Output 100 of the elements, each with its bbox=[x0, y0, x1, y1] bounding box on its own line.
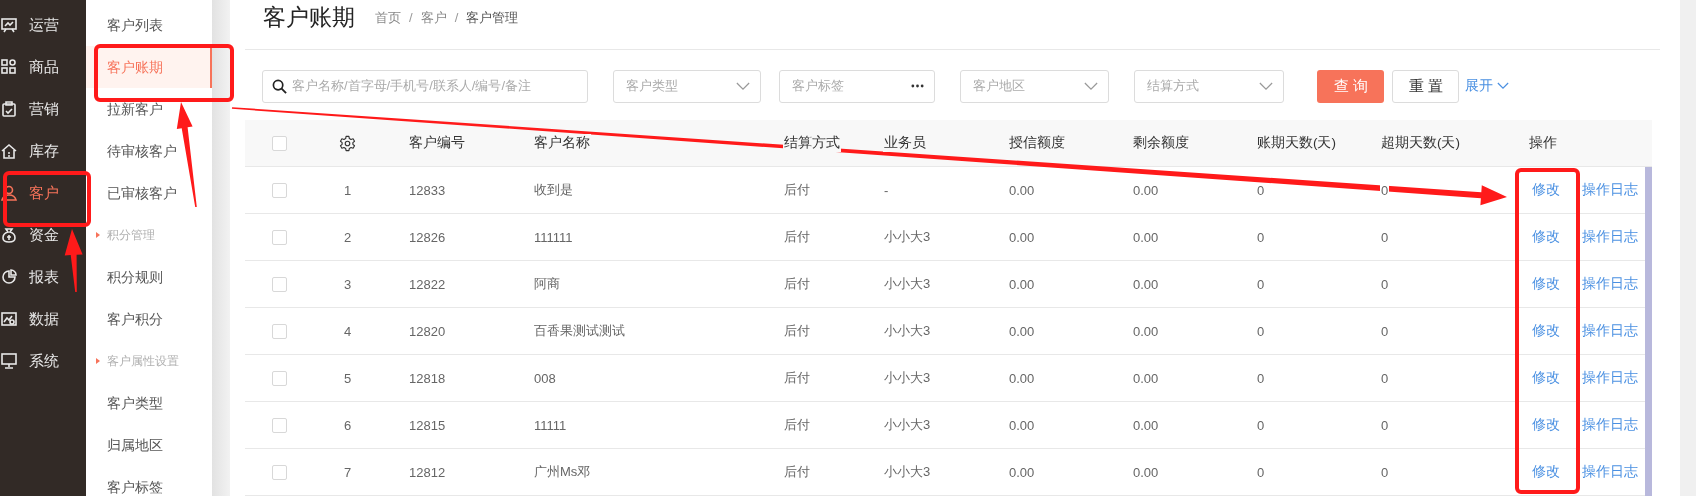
reset-button[interactable]: 重置 bbox=[1392, 69, 1459, 103]
edit-link[interactable]: 修改 bbox=[1532, 228, 1560, 246]
submenu-item[interactable]: 客户类型 bbox=[86, 382, 212, 424]
row-checkbox[interactable] bbox=[271, 464, 287, 480]
edit-link[interactable]: 修改 bbox=[1532, 181, 1560, 199]
row-number: 7 bbox=[342, 464, 353, 480]
table-cell: 小小大3 bbox=[883, 416, 932, 434]
row-checkbox[interactable] bbox=[271, 323, 287, 339]
grid-icon bbox=[1, 59, 17, 75]
table-cell: 小小大3 bbox=[883, 228, 932, 246]
breadcrumb-current: 客户管理 bbox=[466, 8, 519, 27]
edit-link[interactable]: 修改 bbox=[1532, 322, 1560, 340]
breadcrumb-link[interactable]: 客户 bbox=[420, 8, 447, 27]
row-number: 4 bbox=[342, 323, 353, 339]
triangle-icon bbox=[96, 232, 100, 238]
column-header: 业务员 bbox=[883, 134, 927, 152]
nav-item[interactable]: 商品 bbox=[0, 46, 86, 88]
house-icon bbox=[1, 143, 17, 159]
column-header: 剩余额度 bbox=[1132, 134, 1190, 152]
monitor-icon bbox=[1, 353, 17, 369]
edit-link[interactable]: 修改 bbox=[1532, 275, 1560, 293]
log-link[interactable]: 操作日志 bbox=[1582, 416, 1638, 434]
table-cell: 阿商 bbox=[533, 275, 561, 293]
nav-item[interactable]: 系统 bbox=[0, 340, 86, 382]
breadcrumb-separator: / bbox=[454, 10, 459, 25]
row-number: 3 bbox=[342, 276, 353, 292]
submenu-item[interactable]: 客户积分 bbox=[86, 298, 212, 340]
edit-link[interactable]: 修改 bbox=[1532, 463, 1560, 481]
row-number: 2 bbox=[342, 229, 353, 245]
chevron-down-icon bbox=[736, 81, 750, 91]
board-icon bbox=[1, 17, 17, 33]
column-header: 客户编号 bbox=[408, 134, 466, 152]
select-all-checkbox[interactable] bbox=[271, 135, 287, 151]
submenu-item[interactable]: 已审核客户 bbox=[86, 172, 212, 214]
chevron-down-icon bbox=[1497, 82, 1509, 90]
log-link[interactable]: 操作日志 bbox=[1582, 275, 1638, 293]
row-checkbox[interactable] bbox=[271, 370, 287, 386]
group-heading: 积分管理 bbox=[107, 226, 155, 244]
bag-icon bbox=[1, 227, 17, 243]
submenu-item[interactable]: 积分规则 bbox=[86, 256, 212, 298]
row-checkbox[interactable] bbox=[271, 417, 287, 433]
table-cell: 后付 bbox=[783, 275, 811, 293]
table-cell: 后付 bbox=[783, 463, 811, 481]
select-field[interactable]: 结算方式 bbox=[1134, 69, 1284, 103]
expand-link[interactable]: 展开 bbox=[1465, 77, 1493, 95]
row-number: 1 bbox=[342, 182, 353, 198]
nav-item[interactable]: 数据 bbox=[0, 298, 86, 340]
row-number: 5 bbox=[342, 370, 353, 386]
person-icon bbox=[1, 185, 17, 201]
submenu-item[interactable]: 客户标签 bbox=[86, 466, 212, 496]
table-cell: 百香果测试测试 bbox=[533, 322, 626, 340]
search-field[interactable]: 客户名称/首字母/手机号/联系人/编号/备注 bbox=[262, 69, 588, 103]
table-cell: 后付 bbox=[783, 228, 811, 246]
breadcrumb-separator: / bbox=[409, 10, 413, 25]
column-header: 超期天数(天) bbox=[1380, 134, 1461, 152]
submenu-item[interactable]: 归属地区 bbox=[86, 424, 212, 466]
log-link[interactable]: 操作日志 bbox=[1582, 228, 1638, 246]
pie-icon bbox=[1, 269, 17, 285]
clipboard-icon bbox=[1, 101, 17, 117]
scrollbar[interactable] bbox=[1645, 167, 1652, 496]
settings-icon[interactable] bbox=[339, 134, 356, 152]
nav-item[interactable]: 库存 bbox=[0, 130, 86, 172]
chevron-down-icon bbox=[1084, 81, 1098, 91]
more-icon bbox=[911, 84, 924, 88]
search-icon bbox=[272, 78, 287, 94]
nav-item[interactable]: 营销 bbox=[0, 88, 86, 130]
submenu-item[interactable]: 客户账期 bbox=[86, 46, 212, 88]
nav-item[interactable]: 客户 bbox=[0, 172, 86, 214]
row-number: 6 bbox=[342, 417, 353, 433]
tag-field[interactable]: 客户标签 bbox=[779, 69, 935, 103]
column-header: 结算方式 bbox=[783, 134, 841, 152]
log-link[interactable]: 操作日志 bbox=[1582, 181, 1638, 199]
breadcrumb-link[interactable]: 首页 bbox=[375, 8, 401, 27]
column-header: 操作 bbox=[1528, 134, 1558, 152]
query-button[interactable]: 查询 bbox=[1317, 69, 1384, 103]
row-checkbox[interactable] bbox=[271, 276, 287, 292]
edit-link[interactable]: 修改 bbox=[1532, 416, 1560, 434]
table-cell: 后付 bbox=[783, 369, 811, 387]
log-link[interactable]: 操作日志 bbox=[1582, 369, 1638, 387]
nav-item[interactable]: 报表 bbox=[0, 256, 86, 298]
row-checkbox[interactable] bbox=[271, 229, 287, 245]
table-cell: 0 bbox=[1380, 182, 1390, 198]
table-cell: 收到是 bbox=[533, 181, 574, 199]
triangle-icon bbox=[96, 358, 100, 364]
table-cell: 小小大3 bbox=[883, 275, 932, 293]
select-field[interactable]: 客户类型 bbox=[613, 69, 761, 103]
table-cell: 后付 bbox=[783, 322, 811, 340]
submenu-item[interactable]: 拉新客户 bbox=[86, 88, 212, 130]
table-cell: 小小大3 bbox=[883, 463, 932, 481]
log-link[interactable]: 操作日志 bbox=[1582, 463, 1638, 481]
row-checkbox[interactable] bbox=[271, 182, 287, 198]
submenu-item[interactable]: 待审核客户 bbox=[86, 130, 212, 172]
log-link[interactable]: 操作日志 bbox=[1582, 322, 1638, 340]
table-cell: 后付 bbox=[783, 181, 811, 199]
nav-item[interactable]: 资金 bbox=[0, 214, 86, 256]
select-field[interactable]: 客户地区 bbox=[960, 69, 1109, 103]
nav-item[interactable]: 运营 bbox=[0, 4, 86, 46]
submenu-item[interactable]: 客户列表 bbox=[86, 4, 212, 46]
table-cell: 小小大3 bbox=[883, 322, 932, 340]
edit-link[interactable]: 修改 bbox=[1532, 369, 1560, 387]
